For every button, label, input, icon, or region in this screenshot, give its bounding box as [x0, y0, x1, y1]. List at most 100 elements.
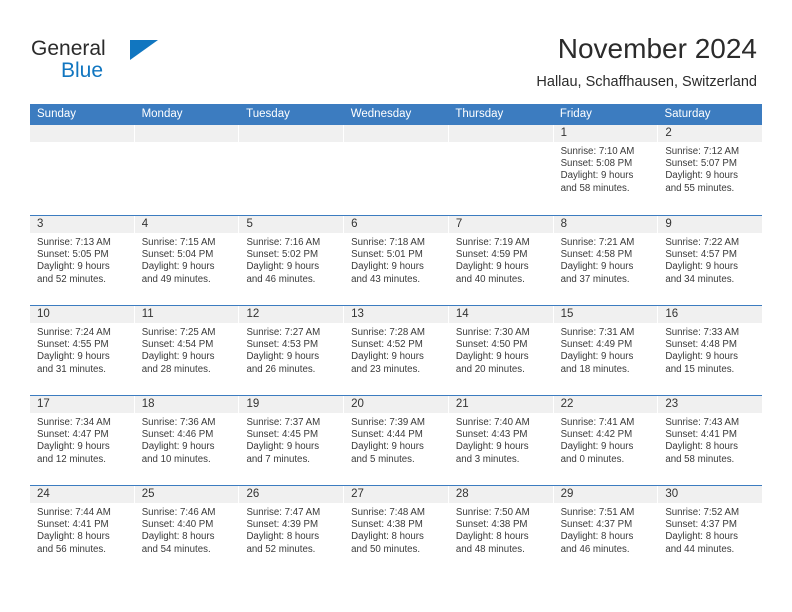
day-details: Sunrise: 7:21 AM Sunset: 4:58 PM Daylight:… — [554, 233, 658, 286]
day-cell[interactable]: 21 Sunrise: 7:40 AM Sunset: 4:43 PM Dayligh… — [448, 396, 554, 485]
day-cell[interactable]: 27 Sunrise: 7:48 AM Sunset: 4:38 PM Dayligh… — [344, 486, 449, 575]
day-cell[interactable]: 7 Sunrise: 7:19 AM Sunset: 4:59 PM Daylight… — [448, 216, 554, 305]
sunrise-text: Sunrise: 7:30 AM — [455, 327, 530, 338]
daylight-text-line1: Daylight: 8 hours — [560, 531, 634, 543]
sunset-text: Sunset: 4:41 PM — [665, 429, 737, 441]
sunrise-text: Sunrise: 7:40 AM — [455, 417, 530, 428]
day-number: 12 — [239, 306, 344, 323]
day-cell[interactable]: 17 Sunrise: 7:34 AM Sunset: 4:47 PM Dayligh… — [30, 396, 135, 485]
daylight-text-line2: and 3 minutes. — [455, 453, 520, 465]
sunset-text: Sunset: 4:38 PM — [455, 519, 528, 531]
sunset-text: Sunset: 4:55 PM — [37, 339, 109, 351]
daylight-text-line2: and 37 minutes. — [560, 273, 630, 285]
day-details: Sunrise: 7:25 AM Sunset: 4:54 PM Daylight:… — [135, 323, 239, 376]
sunset-text: Sunset: 4:39 PM — [246, 519, 319, 531]
day-cell[interactable]: 16 Sunrise: 7:33 AM Sunset: 4:48 PM Dayligh… — [658, 306, 763, 395]
sunrise-text: Sunrise: 7:10 AM — [560, 146, 635, 157]
sunrise-text: Sunrise: 7:37 AM — [246, 417, 321, 428]
day-details: Sunrise: 7:48 AM Sunset: 4:38 PM Daylight:… — [344, 503, 448, 556]
day-cell[interactable]: 4 Sunrise: 7:15 AM Sunset: 5:04 PM Daylight… — [134, 216, 240, 305]
day-cell[interactable]: 30 Sunrise: 7:52 AM Sunset: 4:37 PM Dayligh… — [658, 486, 763, 575]
sunrise-text: Sunrise: 7:27 AM — [246, 327, 321, 338]
daylight-text-line2: and 40 minutes. — [455, 273, 525, 285]
day-cell[interactable]: 24 Sunrise: 7:44 AM Sunset: 4:41 PM Dayligh… — [30, 486, 135, 575]
daylight-text-line1: Daylight: 9 hours — [351, 351, 424, 363]
day-cell[interactable]: 14 Sunrise: 7:30 AM Sunset: 4:50 PM Dayligh… — [448, 306, 554, 395]
day-number: 9 — [658, 216, 763, 233]
daylight-text-line1: Daylight: 9 hours — [37, 351, 110, 363]
sunset-text: Sunset: 5:01 PM — [351, 249, 423, 261]
daylight-text-line2: and 12 minutes. — [37, 453, 106, 465]
daylight-text-line2: and 34 minutes. — [665, 273, 735, 285]
day-cell[interactable]: 23 Sunrise: 7:43 AM Sunset: 4:41 PM Dayligh… — [658, 396, 763, 485]
day-cell[interactable]: 26 Sunrise: 7:47 AM Sunset: 4:39 PM Dayligh… — [239, 486, 345, 575]
daylight-text-line2: and 50 minutes. — [351, 543, 421, 555]
week-row: 1 Sunrise: 7:10 AM Sunset: 5:08 PM Daylight… — [30, 125, 763, 215]
day-cell[interactable]: 25 Sunrise: 7:46 AM Sunset: 4:40 PM Dayligh… — [134, 486, 240, 575]
day-cell[interactable]: 10 Sunrise: 7:24 AM Sunset: 4:55 PM Dayligh… — [30, 306, 135, 395]
daylight-text-line2: and 31 minutes. — [37, 363, 106, 375]
day-cell[interactable]: 9 Sunrise: 7:22 AM Sunset: 4:57 PM Daylight… — [658, 216, 763, 305]
sunset-text: Sunset: 4:48 PM — [665, 339, 737, 351]
day-cell[interactable]: 22 Sunrise: 7:41 AM Sunset: 4:42 PM Dayligh… — [553, 396, 659, 485]
day-cell[interactable]: 1 Sunrise: 7:10 AM Sunset: 5:08 PM Daylight… — [553, 125, 659, 215]
day-cell[interactable]: 5 Sunrise: 7:16 AM Sunset: 5:02 PM Daylight… — [239, 216, 345, 305]
page-location: Hallau, Schaffhausen, Switzerland — [536, 74, 757, 90]
daylight-text-line1: Daylight: 9 hours — [560, 351, 634, 363]
weekday-sunday: Sunday — [37, 108, 77, 120]
day-details: Sunrise: 7:28 AM Sunset: 4:52 PM Daylight:… — [344, 323, 448, 376]
day-cell[interactable]: 12 Sunrise: 7:27 AM Sunset: 4:53 PM Dayligh… — [239, 306, 345, 395]
day-details: Sunrise: 7:10 AM Sunset: 5:08 PM Daylight:… — [554, 142, 658, 195]
day-details: Sunrise: 7:47 AM Sunset: 4:39 PM Daylight:… — [239, 503, 343, 556]
sunset-text: Sunset: 4:38 PM — [351, 519, 423, 531]
daylight-text-line1: Daylight: 9 hours — [560, 441, 634, 453]
sunset-text: Sunset: 5:05 PM — [37, 249, 109, 261]
day-cell[interactable]: 19 Sunrise: 7:37 AM Sunset: 4:45 PM Dayligh… — [239, 396, 345, 485]
day-details: Sunrise: 7:39 AM Sunset: 4:44 PM Daylight:… — [344, 413, 448, 466]
day-number: 25 — [134, 486, 239, 503]
sunrise-text: Sunrise: 7:50 AM — [455, 507, 530, 518]
day-cell-empty — [344, 125, 449, 215]
day-cell[interactable]: 2 Sunrise: 7:12 AM Sunset: 5:07 PM Daylight… — [658, 125, 763, 215]
daylight-text-line2: and 43 minutes. — [351, 273, 421, 285]
day-number: 1 — [553, 125, 658, 142]
week-row: 24 Sunrise: 7:44 AM Sunset: 4:41 PM Dayligh… — [30, 485, 763, 575]
sunset-text: Sunset: 4:46 PM — [141, 429, 214, 441]
day-number: 24 — [30, 486, 134, 503]
sunrise-text: Sunrise: 7:44 AM — [37, 507, 111, 518]
day-cell[interactable]: 20 Sunrise: 7:39 AM Sunset: 4:44 PM Dayligh… — [344, 396, 449, 485]
day-details: Sunrise: 7:24 AM Sunset: 4:55 PM Daylight:… — [30, 323, 134, 376]
page-title: November 2024 — [557, 33, 757, 64]
daylight-text-line1: Daylight: 8 hours — [665, 441, 739, 453]
daylight-text-line1: Daylight: 9 hours — [560, 261, 634, 273]
day-cell[interactable]: 11 Sunrise: 7:25 AM Sunset: 4:54 PM Dayligh… — [134, 306, 240, 395]
day-number — [134, 125, 239, 142]
day-cell[interactable]: 8 Sunrise: 7:21 AM Sunset: 4:58 PM Daylight… — [553, 216, 659, 305]
sunrise-text: Sunrise: 7:43 AM — [665, 417, 740, 428]
day-details: Sunrise: 7:19 AM Sunset: 4:59 PM Daylight:… — [449, 233, 553, 286]
day-number: 4 — [134, 216, 239, 233]
day-number: 6 — [344, 216, 448, 233]
daylight-text-line1: Daylight: 8 hours — [351, 531, 424, 543]
week-row: 17 Sunrise: 7:34 AM Sunset: 4:47 PM Dayligh… — [30, 395, 763, 485]
day-details: Sunrise: 7:13 AM Sunset: 5:05 PM Daylight:… — [30, 233, 134, 286]
daylight-text-line1: Daylight: 8 hours — [246, 531, 320, 543]
daylight-text-line2: and 55 minutes. — [665, 182, 735, 194]
day-details: Sunrise: 7:34 AM Sunset: 4:47 PM Daylight:… — [30, 413, 134, 466]
weekday-friday: Friday — [559, 108, 592, 120]
day-cell[interactable]: 3 Sunrise: 7:13 AM Sunset: 5:05 PM Daylight… — [30, 216, 135, 305]
day-number: 5 — [239, 216, 344, 233]
sunrise-text: Sunrise: 7:19 AM — [455, 237, 530, 248]
day-number: 19 — [239, 396, 344, 413]
day-cell[interactable]: 18 Sunrise: 7:36 AM Sunset: 4:46 PM Dayligh… — [134, 396, 240, 485]
day-cell[interactable]: 15 Sunrise: 7:31 AM Sunset: 4:49 PM Dayligh… — [553, 306, 659, 395]
day-details: Sunrise: 7:36 AM Sunset: 4:46 PM Daylight:… — [135, 413, 239, 466]
day-cell[interactable]: 28 Sunrise: 7:50 AM Sunset: 4:38 PM Dayligh… — [448, 486, 554, 575]
daylight-text-line1: Daylight: 9 hours — [37, 441, 110, 453]
daylight-text-line1: Daylight: 9 hours — [246, 261, 320, 273]
day-cell[interactable]: 13 Sunrise: 7:28 AM Sunset: 4:52 PM Dayligh… — [344, 306, 449, 395]
day-cell[interactable]: 6 Sunrise: 7:18 AM Sunset: 5:01 PM Daylight… — [344, 216, 449, 305]
daylight-text-line1: Daylight: 9 hours — [665, 261, 739, 273]
day-cell[interactable]: 29 Sunrise: 7:51 AM Sunset: 4:37 PM Dayligh… — [553, 486, 659, 575]
daylight-text-line1: Daylight: 8 hours — [455, 531, 529, 543]
